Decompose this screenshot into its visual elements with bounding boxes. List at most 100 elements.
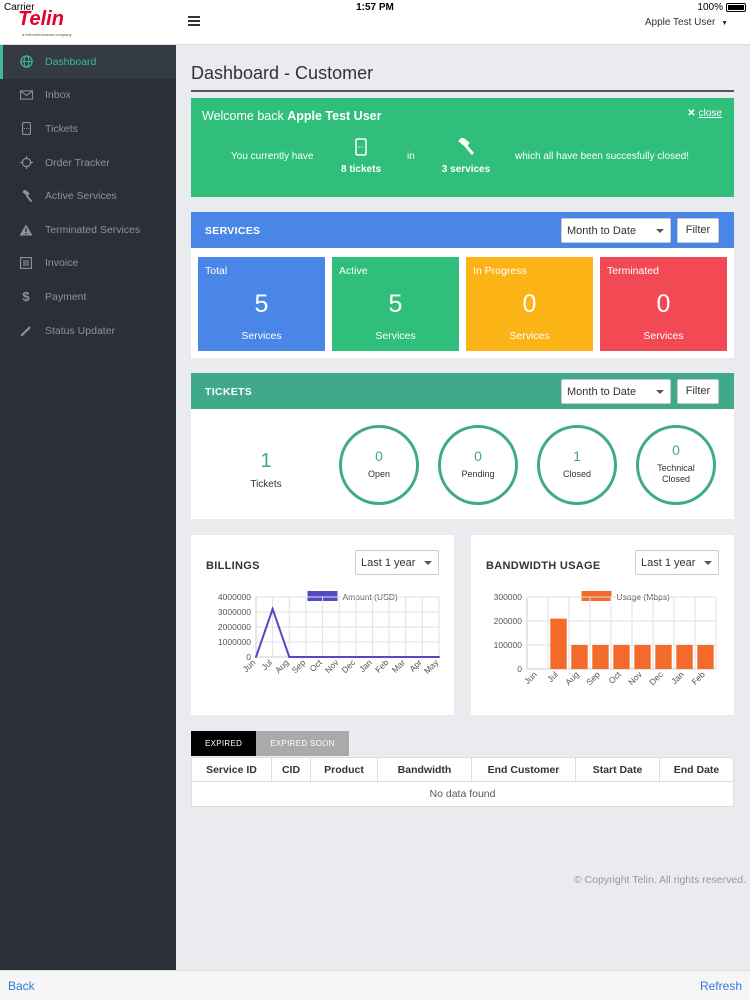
battery-indicator: 100% — [697, 2, 746, 13]
x-tick-label: Mar — [390, 657, 408, 675]
sidebar-item-active-services[interactable]: Active Services — [0, 179, 176, 213]
hamburger-menu-icon[interactable] — [188, 16, 200, 26]
tab-expired-soon[interactable]: EXPIRED SOON — [256, 731, 349, 756]
bar — [550, 618, 567, 669]
circle-value: 0 — [672, 442, 680, 458]
series-line — [255, 605, 439, 658]
welcome-tickets: 8 tickets — [340, 164, 382, 175]
tickets-header: TICKETS Month to Date Filter — [191, 373, 734, 409]
x-tick-label: Aug — [273, 657, 291, 675]
x-tick-label: Oct — [308, 657, 325, 674]
bandwidth-panel: BANDWIDTH USAGE Last 1 year Usage (Mbps)… — [471, 535, 734, 715]
bar — [655, 645, 672, 669]
refresh-button[interactable]: Refresh — [700, 979, 742, 993]
sidebar-item-label: Status Updater — [45, 324, 116, 337]
sidebar-item-inbox[interactable]: Inbox — [0, 79, 176, 113]
data-point — [255, 656, 257, 658]
close-button[interactable]: ✕ close — [687, 108, 722, 119]
bar — [697, 645, 714, 669]
sidebar-item-dashboard[interactable]: Dashboard — [0, 45, 176, 79]
sidebar-item-label: Invoice — [45, 257, 79, 270]
circle-value: 0 — [375, 448, 383, 464]
sidebar-item-order-tracker[interactable]: Order Tracker — [0, 146, 176, 180]
column-header[interactable]: Product — [311, 758, 378, 781]
services-card-total[interactable]: Total 5 Services — [198, 257, 325, 351]
welcome-services: 3 services — [441, 164, 491, 175]
services-card-active[interactable]: Active 5 Services — [332, 257, 459, 351]
logo-subtitle: a telkomindonesia company — [22, 32, 72, 37]
welcome-tickets-stat: 8 tickets — [321, 138, 401, 175]
card-sub: Services — [643, 330, 684, 342]
tickets-period-select[interactable]: Month to Date — [561, 379, 671, 404]
services-period-select[interactable]: Month to Date — [561, 218, 671, 243]
close-icon: ✕ — [687, 108, 696, 119]
services-period-value: Month to Date — [567, 225, 637, 237]
data-point — [421, 656, 424, 658]
y-tick-label: 4000000 — [218, 592, 251, 602]
ticket-circle-technical-closed[interactable]: 0 Technical Closed — [636, 425, 716, 505]
billings-panel: BILLINGS Last 1 year Amount (USD) 4000000… — [191, 535, 454, 715]
welcome-greeting: Welcome back Apple Test User — [202, 109, 381, 123]
tickets-total-value: 1 — [260, 450, 272, 472]
sidebar-item-status-updater[interactable]: Status Updater — [0, 314, 176, 348]
services-card-terminated[interactable]: Terminated 0 Services — [600, 257, 727, 351]
column-header[interactable]: End Date — [660, 758, 733, 781]
caret-down-icon — [656, 390, 664, 394]
crosshair-icon — [18, 156, 34, 170]
column-header[interactable]: Start Date — [576, 758, 660, 781]
ticket-circle-closed[interactable]: 1 Closed — [537, 425, 617, 505]
data-point — [304, 656, 307, 658]
bar — [613, 645, 630, 669]
x-tick-label: Sep — [584, 669, 602, 687]
table-header-row: Service ID CID Product Bandwidth End Cus… — [192, 758, 733, 782]
services-table: Service ID CID Product Bandwidth End Cus… — [191, 757, 734, 807]
y-tick-label: 0 — [517, 664, 522, 674]
tickets-filter-button[interactable]: Filter — [677, 379, 719, 404]
x-tick-label: Aug — [563, 669, 581, 687]
y-tick-label: 1000000 — [218, 637, 251, 647]
column-header[interactable]: Bandwidth — [378, 758, 472, 781]
ticket-circle-open[interactable]: 0 Open — [339, 425, 419, 505]
services-filter-button[interactable]: Filter — [677, 218, 719, 243]
welcome-text-before: You currently have — [231, 151, 314, 162]
column-header[interactable]: End Customer — [472, 758, 576, 781]
welcome-user: Apple Test User — [287, 109, 382, 123]
billings-title: BILLINGS — [206, 560, 260, 572]
sidebar-item-terminated-services[interactable]: Terminated Services — [0, 213, 176, 247]
column-header[interactable]: CID — [272, 758, 311, 781]
x-tick-label: Jun — [522, 669, 539, 686]
data-point — [404, 656, 407, 658]
copyright-text: © Copyright Telin. All rights reserved. — [573, 874, 746, 886]
user-menu[interactable]: Apple Test User ▼ — [645, 17, 728, 28]
ticket-icon — [18, 122, 34, 136]
card-label: In Progress — [473, 265, 527, 277]
sidebar-item-label: Dashboard — [45, 55, 97, 68]
title-divider — [191, 90, 734, 92]
expiry-tabs: EXPIRED EXPIRED SOON — [191, 731, 349, 756]
tab-expired[interactable]: EXPIRED — [191, 731, 257, 756]
back-button[interactable]: Back — [8, 979, 35, 993]
legend-swatch — [581, 591, 612, 601]
ticket-circle-pending[interactable]: 0 Pending — [438, 425, 518, 505]
pencil-icon — [18, 324, 34, 338]
gavel-icon — [458, 138, 475, 155]
billings-period-select[interactable]: Last 1 year — [355, 550, 439, 575]
sidebar-item-payment[interactable]: $ Payment — [0, 280, 176, 314]
sidebar-item-label: Terminated Services — [45, 223, 141, 236]
column-header[interactable]: Service ID — [192, 758, 272, 781]
welcome-text-after: which all have been succesfully closed! — [515, 151, 689, 162]
sidebar-item-invoice[interactable]: Invoice — [0, 247, 176, 281]
bandwidth-period-select[interactable]: Last 1 year — [635, 550, 719, 575]
globe-icon — [18, 55, 34, 69]
sidebar-item-tickets[interactable]: Tickets — [0, 112, 176, 146]
circle-label: Pending — [461, 469, 495, 479]
welcome-services-stat: 3 services — [426, 138, 506, 175]
y-tick-label: 3000000 — [218, 607, 251, 617]
battery-icon — [726, 3, 746, 12]
services-card-in-progress[interactable]: In Progress 0 Services — [466, 257, 593, 351]
tickets-total-label: Tickets — [250, 479, 282, 490]
caret-down-icon — [656, 229, 664, 233]
data-point — [371, 656, 374, 658]
welcome-text-in: in — [407, 151, 415, 162]
warning-icon — [18, 223, 34, 237]
